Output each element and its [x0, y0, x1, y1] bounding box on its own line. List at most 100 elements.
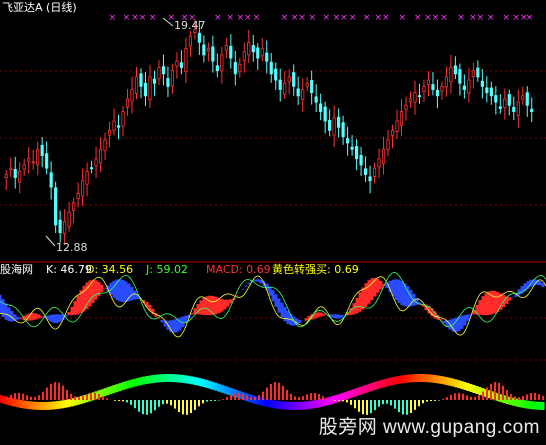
macd-bar	[190, 400, 192, 414]
candle-body	[417, 95, 422, 98]
candle-body	[27, 158, 31, 162]
candle-body	[170, 70, 175, 87]
candle	[301, 78, 305, 112]
candle-body	[395, 120, 399, 132]
macd-bar	[38, 395, 40, 400]
signal-marker: ×	[414, 13, 422, 23]
candle	[399, 99, 404, 137]
macd-bar	[514, 396, 516, 400]
macd-bar	[422, 400, 424, 404]
candle	[485, 76, 489, 103]
candle-body	[148, 76, 152, 101]
signal-marker: ×	[226, 13, 234, 23]
candle-body	[480, 80, 484, 87]
candle-body	[368, 176, 372, 182]
signal-markers: × × ×× × × ×× × × ×× × × ×× × × ×× × × ×× × × ×× × × ×× × × ×××	[109, 13, 533, 23]
candle-body	[485, 87, 489, 94]
candle	[426, 71, 431, 97]
macd-bar	[282, 385, 284, 400]
candle-body	[247, 41, 251, 56]
candle	[27, 147, 31, 174]
candle-body	[525, 92, 529, 106]
candle	[435, 79, 440, 109]
candle	[269, 53, 273, 83]
macd-bar	[42, 391, 44, 400]
macd-bar	[374, 400, 376, 411]
candle	[143, 72, 148, 107]
candle-body	[81, 180, 85, 197]
macd-bar	[262, 391, 264, 400]
candle	[238, 57, 242, 78]
signal-marker: ×	[149, 13, 157, 23]
macd-bar	[466, 395, 468, 400]
stock-chart[interactable]: × × ×× × × ×× × × ×× × × ×× × × ×× × × ×× × × ×× × × ×× × × ×××	[0, 0, 546, 445]
candle	[157, 60, 161, 86]
macd-bar	[294, 396, 296, 400]
macd-bar	[146, 400, 148, 415]
macd-bar	[298, 397, 300, 400]
candle	[251, 34, 255, 62]
candle-body	[161, 66, 166, 75]
signal-marker: ×	[457, 13, 465, 23]
candle-body	[89, 167, 94, 170]
candle-body	[139, 73, 143, 87]
macd-bar	[462, 393, 464, 400]
macd-bar	[386, 400, 388, 404]
macd-bar	[322, 396, 324, 400]
candle-body	[72, 202, 76, 211]
candle	[134, 66, 139, 100]
candle-body	[359, 154, 363, 166]
macd-bar	[54, 382, 56, 400]
candle-body	[175, 60, 179, 67]
candle	[372, 162, 377, 184]
candle	[386, 129, 390, 157]
candle-body	[319, 103, 323, 112]
candle-body	[435, 89, 440, 97]
macd-bar	[26, 395, 28, 400]
candle	[381, 136, 386, 175]
candle	[332, 105, 336, 147]
candle	[215, 53, 219, 78]
macd-bar	[538, 394, 540, 400]
candle-body	[278, 79, 282, 90]
candle	[458, 63, 462, 96]
candle-body	[265, 52, 269, 62]
candle	[494, 86, 498, 115]
macd-bar	[318, 394, 320, 400]
macd-bar	[254, 396, 256, 400]
signal-marker: ××	[291, 13, 306, 23]
macd-bar	[534, 392, 536, 400]
macd-bar	[450, 394, 452, 400]
candle	[377, 148, 381, 179]
candle	[390, 124, 395, 148]
candle	[516, 89, 520, 128]
candle	[274, 62, 278, 90]
macd-bar	[510, 393, 512, 400]
candle-body	[22, 164, 26, 170]
indicator-name: 股海网	[0, 263, 33, 276]
candle	[260, 37, 264, 62]
candle	[229, 34, 233, 69]
candle-body	[390, 130, 395, 136]
macd-bar	[50, 383, 52, 400]
candle-body	[372, 167, 377, 177]
candle-body	[467, 79, 471, 94]
candle	[54, 181, 58, 234]
candle	[166, 66, 170, 98]
macd-bar	[122, 400, 124, 402]
macd-bar	[226, 397, 228, 400]
low-label: 12.88	[56, 241, 88, 254]
candle	[512, 96, 516, 121]
candle-body	[413, 92, 417, 103]
macd-bar	[118, 400, 120, 401]
macd-bar	[134, 400, 136, 409]
macd-bar	[98, 393, 100, 400]
macd-bar	[350, 400, 352, 405]
macd-bar	[230, 394, 232, 400]
macd-bar	[338, 400, 340, 401]
candle-body	[431, 84, 435, 90]
candle	[139, 68, 143, 99]
candle	[161, 54, 166, 86]
candle	[121, 105, 125, 137]
candle	[480, 69, 484, 99]
